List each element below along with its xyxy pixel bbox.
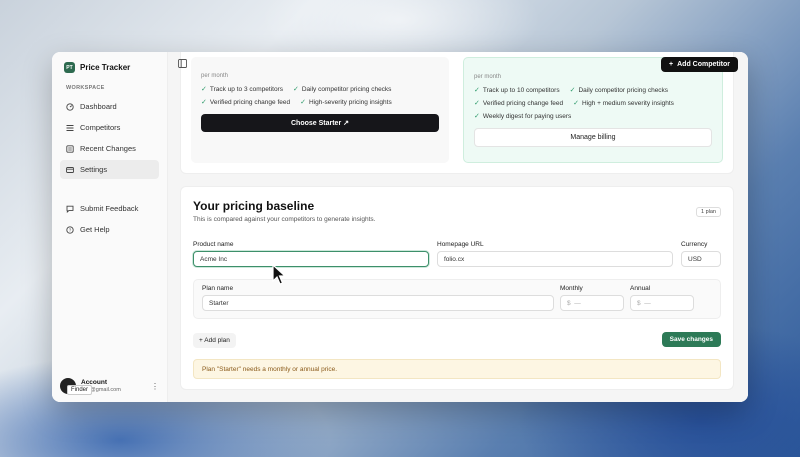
sidebar-item-competitors[interactable]: Competitors	[60, 118, 159, 137]
check-circle-icon: ✓	[569, 87, 576, 94]
plan-feature: ✓ High-severity pricing insights	[300, 98, 392, 107]
sidebar-item-label: Dashboard	[80, 102, 117, 111]
check-circle-icon: ✓	[201, 86, 207, 93]
sidebar-item-recent-changes[interactable]: Recent Changes	[60, 139, 159, 158]
sidebar-item-submit-feedback[interactable]: Submit Feedback	[60, 199, 159, 218]
topbar: + Add Competitor	[178, 56, 738, 72]
current-plan-card: per month ✓ Track up to 10 competitors ✓ D…	[463, 57, 723, 163]
plan-feature: ✓ Verified pricing change feed	[201, 98, 291, 107]
check-circle-icon: ✓	[474, 87, 480, 94]
choose-starter-button[interactable]: Choose Starter ↗	[201, 114, 439, 132]
manage-billing-button[interactable]: Manage billing	[474, 128, 712, 147]
homepage-url-input[interactable]: folio.cx	[437, 251, 673, 267]
plan-name-input[interactable]: Starter	[202, 295, 554, 311]
sidebar: PT Price Tracker WORKSPACE Dashboard Com…	[52, 52, 168, 402]
app-name: Price Tracker	[80, 63, 131, 72]
brand[interactable]: PT Price Tracker	[64, 62, 159, 73]
workspace-label: WORKSPACE	[66, 85, 105, 91]
add-competitor-label: Add Competitor	[677, 60, 730, 68]
dashboard-icon	[66, 102, 74, 111]
annual-price-input[interactable]: $ —	[630, 295, 694, 311]
add-competitor-button[interactable]: + Add Competitor	[661, 56, 738, 72]
monthly-label: Monthly	[560, 285, 583, 292]
check-circle-icon: ✓	[292, 86, 299, 93]
plan-count-badge: 1 plan	[696, 207, 721, 217]
plan-feature: ✓ Daily competitor pricing checks	[292, 85, 392, 94]
validation-warning: Plan "Starter" needs a monthly or annual…	[193, 359, 721, 379]
section-title: Your pricing baseline	[193, 199, 315, 213]
sidebar-item-label: Competitors	[80, 123, 121, 132]
mouse-cursor-icon	[272, 264, 286, 285]
help-icon: ?	[66, 225, 74, 234]
currency-select[interactable]: USD	[681, 251, 721, 267]
sidebar-toggle-icon[interactable]	[178, 59, 188, 69]
save-changes-button[interactable]: Save changes	[661, 332, 721, 347]
check-circle-icon: ✓	[201, 99, 207, 106]
arrow-up-right-icon: ↗	[343, 120, 349, 127]
add-plan-button[interactable]: + Add plan	[193, 333, 236, 348]
pricing-baseline-section: Your pricing baseline This is compared a…	[180, 186, 734, 390]
check-circle-icon: ✓	[474, 100, 480, 107]
settings-icon	[66, 166, 74, 174]
homepage-url-label: Homepage URL	[437, 241, 484, 248]
plan-feature: ✓ Track up to 10 competitors	[474, 86, 560, 95]
competitors-icon	[66, 124, 74, 132]
plan-feature: ✓ Verified pricing change feed	[474, 99, 564, 108]
sidebar-item-label: Settings	[80, 165, 108, 174]
sidebar-item-get-help[interactable]: ? Get Help	[60, 220, 159, 239]
currency-label: Currency	[681, 241, 708, 248]
product-name-label: Product name	[193, 241, 234, 248]
section-subtitle: This is compared against your competitor…	[193, 216, 376, 223]
starter-plan-card: per month ✓ Track up to 3 competitors ✓ Da…	[191, 57, 449, 163]
changes-icon	[66, 144, 74, 153]
sidebar-item-label: Get Help	[80, 225, 110, 234]
sidebar-item-settings[interactable]: Settings	[60, 160, 159, 179]
more-options-icon[interactable]: ⋮	[151, 382, 159, 391]
plan-feature: ✓ Weekly digest for paying users	[474, 112, 572, 121]
plan-feature: ✓ Track up to 3 competitors	[201, 85, 283, 94]
check-circle-icon: ✓	[474, 113, 480, 120]
check-circle-icon: ✓	[300, 99, 306, 106]
brand-logo: PT	[64, 62, 75, 73]
plan-period: per month	[201, 73, 229, 79]
sidebar-item-dashboard[interactable]: Dashboard	[60, 97, 159, 116]
sidebar-item-label: Submit Feedback	[80, 204, 139, 213]
main-content: + Add Competitor per month ✓ Track up to …	[168, 52, 748, 402]
annual-label: Annual	[630, 285, 651, 292]
plan-feature: ✓ Daily competitor pricing checks	[569, 86, 669, 95]
check-circle-icon: ✓	[573, 100, 579, 107]
app-window: PT Price Tracker WORKSPACE Dashboard Com…	[52, 52, 748, 402]
plan-feature: ✓ High + medium severity insights	[573, 99, 674, 108]
svg-text:?: ?	[69, 227, 72, 232]
plan-period: per month	[474, 74, 502, 80]
sidebar-item-label: Recent Changes	[80, 144, 136, 153]
product-name-input[interactable]: Acme Inc	[193, 251, 429, 267]
plus-icon: +	[669, 60, 674, 68]
monthly-price-input[interactable]: $ —	[560, 295, 624, 311]
finder-tooltip: Finder	[67, 385, 93, 395]
feedback-icon	[66, 205, 74, 213]
plan-name-label: Plan name	[202, 285, 234, 292]
